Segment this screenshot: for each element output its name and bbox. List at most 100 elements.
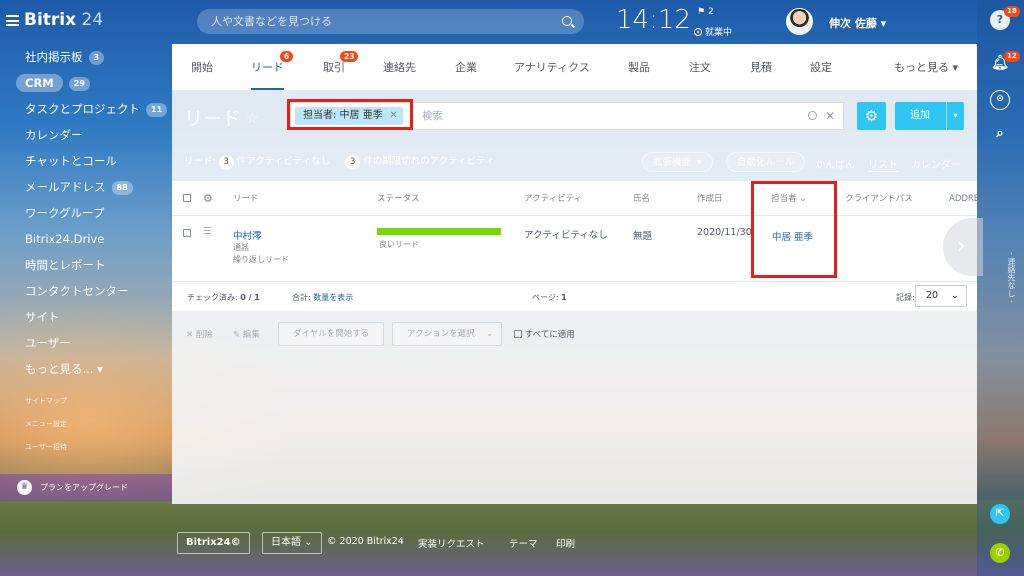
delete-action[interactable]: ✕ 削除 (186, 328, 213, 340)
checkbox[interactable] (514, 330, 522, 338)
tab-leads[interactable]: リード 6 (251, 44, 294, 90)
open-lines-icon[interactable]: ⇱ (990, 504, 1010, 524)
sidebar-item-workgroups[interactable]: ワークグループ (0, 200, 172, 226)
implementation-request-link[interactable]: 実装リクエスト (418, 536, 485, 550)
lead-name-link[interactable]: 中村澪 (233, 228, 262, 242)
tab-companies[interactable]: 企業 (455, 44, 477, 90)
lead-source: 通話 (233, 243, 249, 252)
sidebar-item-mail[interactable]: メールアドレス 88 (0, 174, 172, 200)
tab-more[interactable]: もっと見る ▾ (894, 44, 958, 90)
start-dial-button[interactable]: ダイヤルを開始する (278, 322, 385, 346)
language-select[interactable]: 日本語 ⌄ (262, 532, 322, 554)
edit-action[interactable]: ✎ 編集 (233, 328, 260, 340)
tab-analytics[interactable]: アナリティクス (514, 44, 590, 90)
sidebar-item-sites[interactable]: サイト (0, 304, 172, 330)
search-icon[interactable] (808, 111, 817, 120)
sidebar-item-contact-center[interactable]: コンタクトセンター (0, 278, 172, 304)
tab-deals[interactable]: 取引 23 (323, 44, 359, 90)
created-cell: 2020/11/30 (697, 227, 752, 238)
sitemap-link[interactable]: サイトマップ (0, 390, 172, 413)
overdue-count[interactable]: 3 (345, 155, 361, 170)
chevron-down-icon: ⌄ (951, 290, 959, 301)
row-divider (172, 281, 977, 282)
print-link[interactable]: 印刷 (556, 536, 575, 550)
notification-badge: 12 (1004, 51, 1020, 62)
user-menu[interactable]: 伸次 佐藤 ▾ (829, 15, 886, 31)
avatar[interactable] (786, 8, 813, 35)
column-status[interactable]: ステータス (377, 181, 420, 215)
show-quantity-link[interactable]: 数量を表示 (313, 293, 353, 302)
filter-search-input[interactable]: 検索 (422, 103, 443, 129)
no-contacts-label: - 連絡先なし - (1007, 252, 1016, 303)
global-search-input[interactable]: 人や文書などを見つける (197, 9, 584, 34)
search-icon[interactable]: ⌕ (990, 124, 1010, 144)
logo[interactable]: Bitrix 24 (24, 10, 103, 30)
invite-users-link[interactable]: ユーザー招待 (0, 436, 172, 459)
menu-icon[interactable] (6, 15, 19, 26)
lead-repeat: 繰り返しリード (233, 255, 289, 264)
add-button[interactable]: 追加 ▾ (895, 102, 964, 130)
view-kanban[interactable]: かんばん (815, 156, 855, 171)
view-list[interactable]: リスト (868, 156, 898, 172)
column-address[interactable]: ADDRE (949, 181, 979, 215)
copyright: © 2020 Bitrix24 (327, 536, 404, 547)
column-created[interactable]: 作成日 (697, 181, 723, 215)
sidebar-item-bulletin[interactable]: 社内掲示板 3 (0, 44, 172, 70)
column-activity[interactable]: アクティビティ (524, 181, 582, 215)
lead-activity-summary: リード: 3 件アクティビティなし 3 件の期限切れのアクティビティ (184, 153, 495, 170)
tab-orders[interactable]: 注文 (689, 44, 711, 90)
sidebar-item-more[interactable]: もっと見る... ▾ (0, 356, 172, 382)
status-label: 良いリード (379, 240, 419, 249)
clear-icon[interactable]: ✕ (825, 103, 835, 129)
settings-gear-button[interactable]: ⚙ (857, 102, 886, 130)
tab-start[interactable]: 開始 (191, 44, 213, 90)
sidebar-item-users[interactable]: ユーザー (0, 330, 172, 356)
top-header: Bitrix 24 人や文書などを見つける 14:12 ⚑ 2 就業中 伸次 佐… (0, 0, 1024, 44)
theme-link[interactable]: テーマ (509, 536, 538, 550)
action-select[interactable]: アクションを選択 ⌄ (392, 322, 502, 346)
drag-handle-icon[interactable]: ☰ (203, 226, 212, 237)
work-status[interactable]: 就業中 (694, 25, 732, 38)
sidebar-item-drive[interactable]: Bitrix24.Drive (0, 226, 172, 252)
records-per-page-select[interactable]: 20 ⌄ (915, 285, 967, 307)
highlight-box-responsible (751, 181, 837, 278)
phone-icon[interactable]: ✆ (990, 543, 1010, 563)
column-lead[interactable]: リード (233, 181, 259, 215)
tab-contacts[interactable]: 連絡先 (383, 44, 416, 90)
chevron-down-icon[interactable]: ▾ (946, 102, 964, 130)
chat-icon[interactable]: ⊙ (990, 90, 1010, 110)
sidebar-item-calendar[interactable]: カレンダー (0, 122, 172, 148)
bitrix24-brand-button[interactable]: Bitrix24© (177, 532, 250, 554)
activity-cell[interactable]: アクティビティなし (524, 227, 608, 241)
search-icon[interactable] (562, 16, 572, 26)
sidebar-item-crm[interactable]: CRM 29 (0, 70, 172, 96)
tab-products[interactable]: 製品 (628, 44, 650, 90)
sidebar-item-chat[interactable]: チャットとコール (0, 148, 172, 174)
total-count: 合計: 数量を表示 (292, 293, 354, 302)
sidebar-item-tasks[interactable]: タスクとプロジェクト 11 (0, 96, 172, 122)
leads-grid: ⚙ リード ステータス アクティビティ 氏名 作成日 担当者 ⌄ クライアントパ… (172, 181, 979, 311)
star-icon[interactable]: ☆ (246, 111, 259, 127)
upgrade-plan-button[interactable]: ♛ プランをアップグレード (0, 474, 172, 501)
clock[interactable]: 14:12 (616, 5, 691, 35)
status-progress-bar[interactable] (377, 228, 501, 235)
no-activity-count[interactable]: 3 (218, 155, 234, 170)
left-menu: 社内掲示板 3 CRM 29 タスクとプロジェクト 11 カレンダー チャットとコール… (0, 44, 172, 459)
apply-all-checkbox[interactable]: すべてに適用 (514, 328, 575, 340)
flag-count[interactable]: ⚑ 2 (697, 7, 714, 17)
crm-tabs: 開始 リード 6 取引 23 連絡先 企業 アナリティクス 製品 注文 見積 設定 … (172, 44, 977, 90)
checked-count: チェック済み: 0 / 1 (187, 293, 260, 302)
automation-rules-button[interactable]: 自動化ルール (726, 152, 806, 172)
records-label: 記録: (896, 293, 915, 302)
sidebar-item-time-reports[interactable]: 時間とレポート (0, 252, 172, 278)
tab-quotes[interactable]: 見積 (750, 44, 772, 90)
select-all-checkbox[interactable] (183, 194, 191, 202)
gear-icon[interactable]: ⚙ (203, 181, 213, 215)
column-client-path[interactable]: クライアントパス (845, 181, 913, 215)
extensions-button[interactable]: 拡張機能 ▾ (642, 152, 713, 172)
menu-settings-link[interactable]: メニュー設定 (0, 413, 172, 436)
tab-settings[interactable]: 設定 (810, 44, 832, 90)
view-calendar[interactable]: カレンダー (911, 156, 961, 171)
column-name[interactable]: 氏名 (633, 181, 650, 215)
row-checkbox[interactable] (183, 229, 191, 237)
